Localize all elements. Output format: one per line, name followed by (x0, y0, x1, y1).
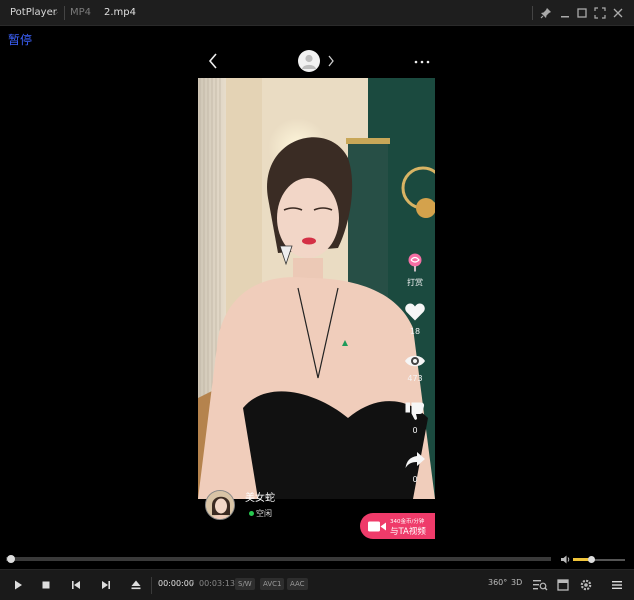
video-codec-badge[interactable]: AVC1 (260, 578, 285, 590)
like-count: 18 (409, 327, 421, 336)
minimize-icon[interactable] (557, 5, 573, 21)
app-menu-button[interactable]: PotPlayer (10, 0, 57, 26)
share-count: 0 (412, 475, 418, 484)
seek-bar[interactable] (6, 557, 551, 561)
decoder-badge[interactable]: S/W (235, 578, 255, 590)
like-action[interactable]: 18 (400, 302, 430, 336)
gift-label: 打赏 (407, 278, 423, 287)
divider (151, 577, 152, 594)
menu-icon[interactable] (608, 577, 626, 593)
avatar (298, 50, 320, 72)
playlist-search-icon[interactable] (531, 577, 549, 593)
seek-thumb[interactable] (7, 555, 16, 563)
status-dot (249, 511, 254, 516)
audio-codec-badge[interactable]: AAC (287, 578, 308, 590)
volume-thumb[interactable] (588, 556, 596, 563)
view-count: 473 (407, 374, 423, 383)
video-area[interactable]: 打赏 18 473 0 0 美女蛇 空闲 340金币/分钟 与TA视频 (198, 46, 435, 542)
stop-icon[interactable] (37, 577, 55, 593)
lollipop-icon (408, 253, 422, 272)
total-time: 00:03:13 (199, 579, 235, 588)
divider (64, 6, 65, 20)
gift-action[interactable]: 打赏 (400, 252, 430, 288)
restore-icon[interactable] (574, 5, 590, 21)
more-dots-icon (414, 60, 430, 64)
pin-icon[interactable] (538, 5, 554, 21)
time-separator: / (191, 579, 194, 588)
user-name[interactable]: 美女蛇 (245, 489, 275, 504)
video-call-button[interactable]: 340金币/分钟 与TA视频 (360, 513, 435, 539)
user-status: 空闲 (256, 509, 272, 518)
fullscreen-icon[interactable] (592, 5, 608, 21)
back-chevron-icon (208, 53, 217, 69)
chevron-down-icon[interactable]: ⌵ (52, 0, 58, 26)
speaker-icon[interactable] (560, 554, 571, 565)
eject-icon[interactable] (127, 577, 145, 593)
next-icon[interactable] (97, 577, 115, 593)
divider (532, 6, 533, 20)
call-price: 340金币/分钟 (390, 519, 425, 525)
eye-icon (405, 355, 425, 367)
osd-pause-text: 暂停 (8, 33, 33, 47)
video-camera-icon (368, 521, 386, 532)
previous-icon[interactable] (67, 577, 85, 593)
heart-icon (405, 303, 425, 321)
forward-chevron-icon (328, 55, 334, 67)
play-icon[interactable] (9, 577, 27, 593)
window-panel-icon[interactable] (554, 577, 572, 593)
vr-360-button[interactable]: 360° (488, 578, 507, 594)
views-action: 473 (400, 353, 430, 383)
control-bar: 00:00:00 / 00:03:13 S/W AVC1 AAC 360° 3D (0, 569, 634, 600)
share-icon (405, 452, 425, 468)
user-avatar[interactable] (205, 490, 235, 520)
share-action[interactable]: 0 (400, 450, 430, 484)
video-header (198, 46, 435, 78)
thumbs-down-icon (405, 402, 425, 420)
call-label: 与TA视频 (390, 527, 426, 537)
dislike-count: 0 (412, 426, 418, 435)
format-label: MP4 (70, 7, 92, 18)
current-time: 00:00:00 (158, 579, 194, 588)
video-frame-image (198, 78, 435, 499)
3d-button[interactable]: 3D (511, 578, 522, 594)
person-icon (302, 54, 316, 69)
gear-icon[interactable] (577, 577, 595, 593)
close-icon[interactable] (610, 5, 626, 21)
file-title: 2.mp4 (104, 7, 136, 18)
dislike-action[interactable]: 0 (400, 401, 430, 435)
title-bar: PotPlayer ⌵ MP4 2.mp4 (0, 0, 634, 26)
